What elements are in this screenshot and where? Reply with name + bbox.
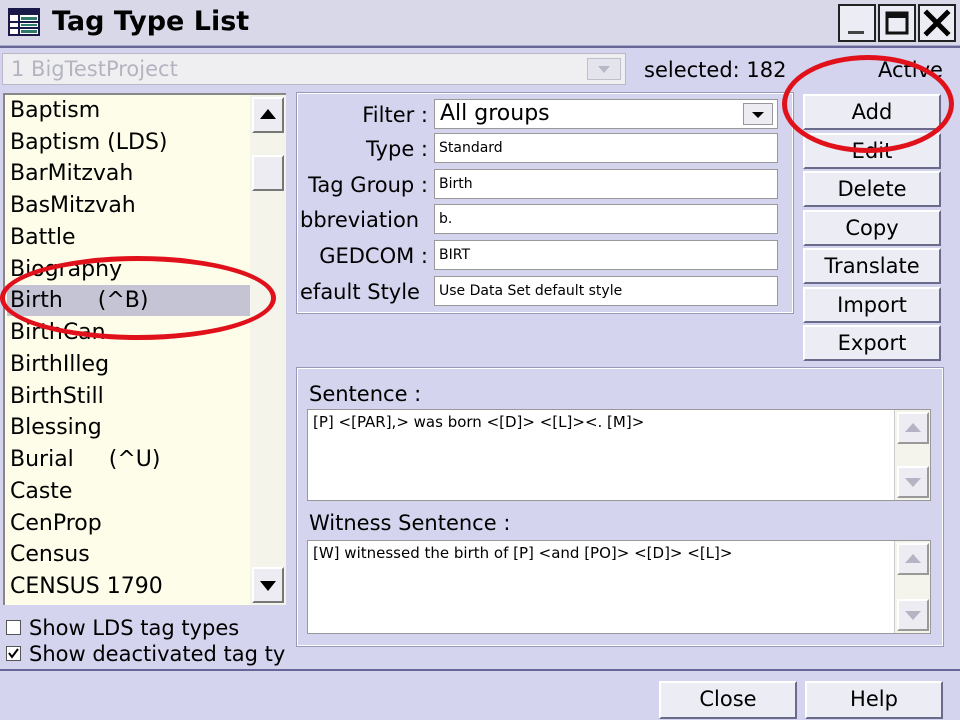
witness-scrollbar[interactable] — [894, 541, 930, 633]
list-item[interactable]: Baptism (LDS) — [7, 127, 250, 158]
list-item[interactable]: CenProp — [7, 508, 250, 539]
help-button[interactable]: Help — [805, 681, 943, 719]
sentence-scrollbar[interactable] — [894, 410, 930, 500]
abbreviation-field[interactable]: b. — [434, 204, 778, 234]
abbreviation-label: bbreviation : — [300, 208, 428, 232]
close-window-button[interactable] — [918, 4, 956, 42]
scroll-up-button[interactable] — [897, 412, 929, 444]
scroll-down-button[interactable] — [252, 567, 284, 603]
show-lds-checkbox[interactable] — [6, 620, 21, 635]
close-button[interactable]: Close — [659, 681, 797, 719]
show-deactivated-checkbox[interactable] — [6, 646, 21, 661]
window-title: Tag Type List — [52, 6, 250, 37]
filter-label: Filter : — [362, 103, 428, 127]
list-item[interactable]: Burial (^U) — [7, 444, 250, 475]
list-item[interactable]: BirthStill — [7, 381, 250, 412]
active-label: Active — [878, 58, 943, 82]
show-lds-label: Show LDS tag types — [29, 616, 240, 640]
add-button[interactable]: Add — [803, 94, 941, 130]
maximize-button[interactable] — [878, 4, 916, 42]
tag-group-label: Tag Group : — [308, 173, 428, 197]
import-button[interactable]: Import — [803, 287, 941, 323]
grid-table-icon — [8, 8, 40, 36]
list-item[interactable]: Census — [7, 539, 250, 570]
title-divider — [0, 46, 960, 48]
sentence-textarea[interactable]: [P] <[PAR],> was born <[D]> <[L]><. [M]> — [307, 409, 931, 501]
selected-count: selected: 182 — [644, 58, 787, 82]
list-item[interactable]: BirthCan — [7, 317, 250, 348]
sentence-text: [P] <[PAR],> was born <[D]> <[L]><. [M]> — [313, 413, 645, 431]
witness-sentence-text: [W] witnessed the birth of [P] <and [PO]… — [313, 544, 733, 562]
chevron-down-icon[interactable] — [743, 103, 773, 125]
list-item[interactable]: Blessing — [7, 412, 250, 443]
chevron-down-icon[interactable] — [587, 58, 621, 80]
witness-sentence-textarea[interactable]: [W] witnessed the birth of [P] <and [PO]… — [307, 540, 931, 634]
scroll-up-button[interactable] — [252, 97, 284, 133]
default-style-label: efault Style : — [300, 280, 428, 304]
scroll-thumb[interactable] — [252, 155, 284, 191]
minimize-button[interactable] — [838, 4, 876, 42]
delete-button[interactable]: Delete — [803, 171, 941, 207]
list-item[interactable]: CENSUS 1790 — [7, 571, 250, 602]
show-deactivated-label: Show deactivated tag type — [29, 642, 287, 666]
title-bar: Tag Type List — [0, 0, 960, 46]
project-dropdown[interactable]: 1 BigTestProject — [2, 53, 626, 85]
list-item[interactable]: Baptism — [7, 95, 250, 126]
copy-button[interactable]: Copy — [803, 210, 941, 246]
export-button[interactable]: Export — [803, 325, 941, 361]
type-label: Type : — [366, 137, 428, 161]
default-style-field[interactable]: Use Data Set default style — [434, 276, 778, 306]
list-item[interactable]: BirthIlleg — [7, 349, 250, 380]
list-item[interactable]: BarMitzvah — [7, 158, 250, 189]
list-item[interactable]: Biography — [7, 254, 250, 285]
tag-group-field[interactable]: Birth — [434, 169, 778, 199]
sentence-label: Sentence : — [309, 382, 422, 406]
project-value: 1 BigTestProject — [11, 57, 178, 81]
gedcom-label: GEDCOM : — [319, 244, 428, 268]
list-item-selected[interactable]: Birth (^B) — [7, 285, 250, 316]
list-item[interactable]: Battle — [7, 222, 250, 253]
scroll-down-button[interactable] — [897, 466, 929, 498]
tag-type-list[interactable]: Baptism Baptism (LDS) BarMitzvah BasMitz… — [3, 93, 250, 605]
scroll-up-button[interactable] — [897, 543, 929, 575]
scroll-down-button[interactable] — [897, 599, 929, 631]
footer-divider — [0, 669, 960, 671]
list-item[interactable]: BasMitzvah — [7, 190, 250, 221]
translate-button[interactable]: Translate — [803, 248, 941, 284]
filter-value: All groups — [440, 101, 550, 126]
edit-button[interactable]: Edit — [803, 133, 941, 169]
witness-sentence-label: Witness Sentence : — [309, 511, 511, 535]
type-field[interactable]: Standard — [434, 133, 778, 163]
list-item[interactable]: Caste — [7, 476, 250, 507]
tag-list-scrollbar[interactable] — [250, 93, 286, 605]
gedcom-field[interactable]: BIRT — [434, 240, 778, 270]
filter-dropdown[interactable]: All groups — [434, 99, 778, 129]
